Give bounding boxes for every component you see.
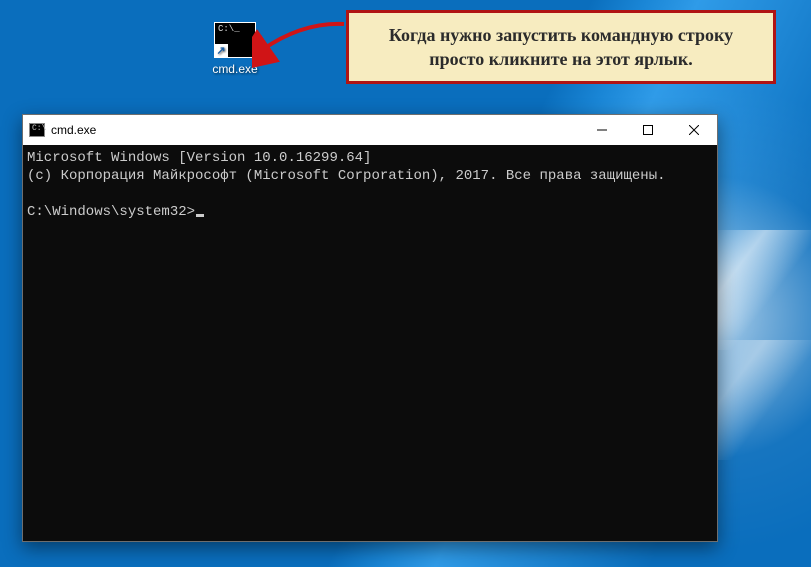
cmd-titlebar[interactable]: C:\ cmd.exe bbox=[23, 115, 717, 145]
desktop-shortcut-cmd[interactable]: C:\_ ↗ cmd.exe bbox=[205, 22, 265, 76]
cmd-titlebar-icon: C:\ bbox=[29, 123, 45, 137]
cmd-title-text: cmd.exe bbox=[51, 123, 579, 137]
terminal-prompt: C:\Windows\system32> bbox=[27, 204, 195, 220]
maximize-icon bbox=[643, 125, 653, 135]
minimize-button[interactable] bbox=[579, 115, 625, 145]
terminal-cursor-icon bbox=[196, 214, 204, 217]
cmd-icon-text: C:\_ bbox=[218, 24, 240, 34]
cmd-window: C:\ cmd.exe Microsoft Windows [Version 1… bbox=[22, 114, 718, 542]
cmd-icon: C:\_ ↗ bbox=[214, 22, 256, 58]
annotation-callout: Когда нужно запустить командную строку п… bbox=[346, 10, 776, 84]
desktop-shortcut-label: cmd.exe bbox=[205, 62, 265, 76]
terminal-line: (c) Корпорация Майкрософт (Microsoft Cor… bbox=[27, 168, 666, 184]
terminal-line: Microsoft Windows [Version 10.0.16299.64… bbox=[27, 150, 371, 166]
shortcut-arrow-icon: ↗ bbox=[214, 44, 228, 58]
window-buttons bbox=[579, 115, 717, 145]
close-icon bbox=[689, 125, 699, 135]
maximize-button[interactable] bbox=[625, 115, 671, 145]
cmd-terminal[interactable]: Microsoft Windows [Version 10.0.16299.64… bbox=[23, 145, 717, 541]
annotation-callout-text: Когда нужно запустить командную строку п… bbox=[389, 25, 733, 69]
minimize-icon bbox=[597, 125, 607, 135]
close-button[interactable] bbox=[671, 115, 717, 145]
